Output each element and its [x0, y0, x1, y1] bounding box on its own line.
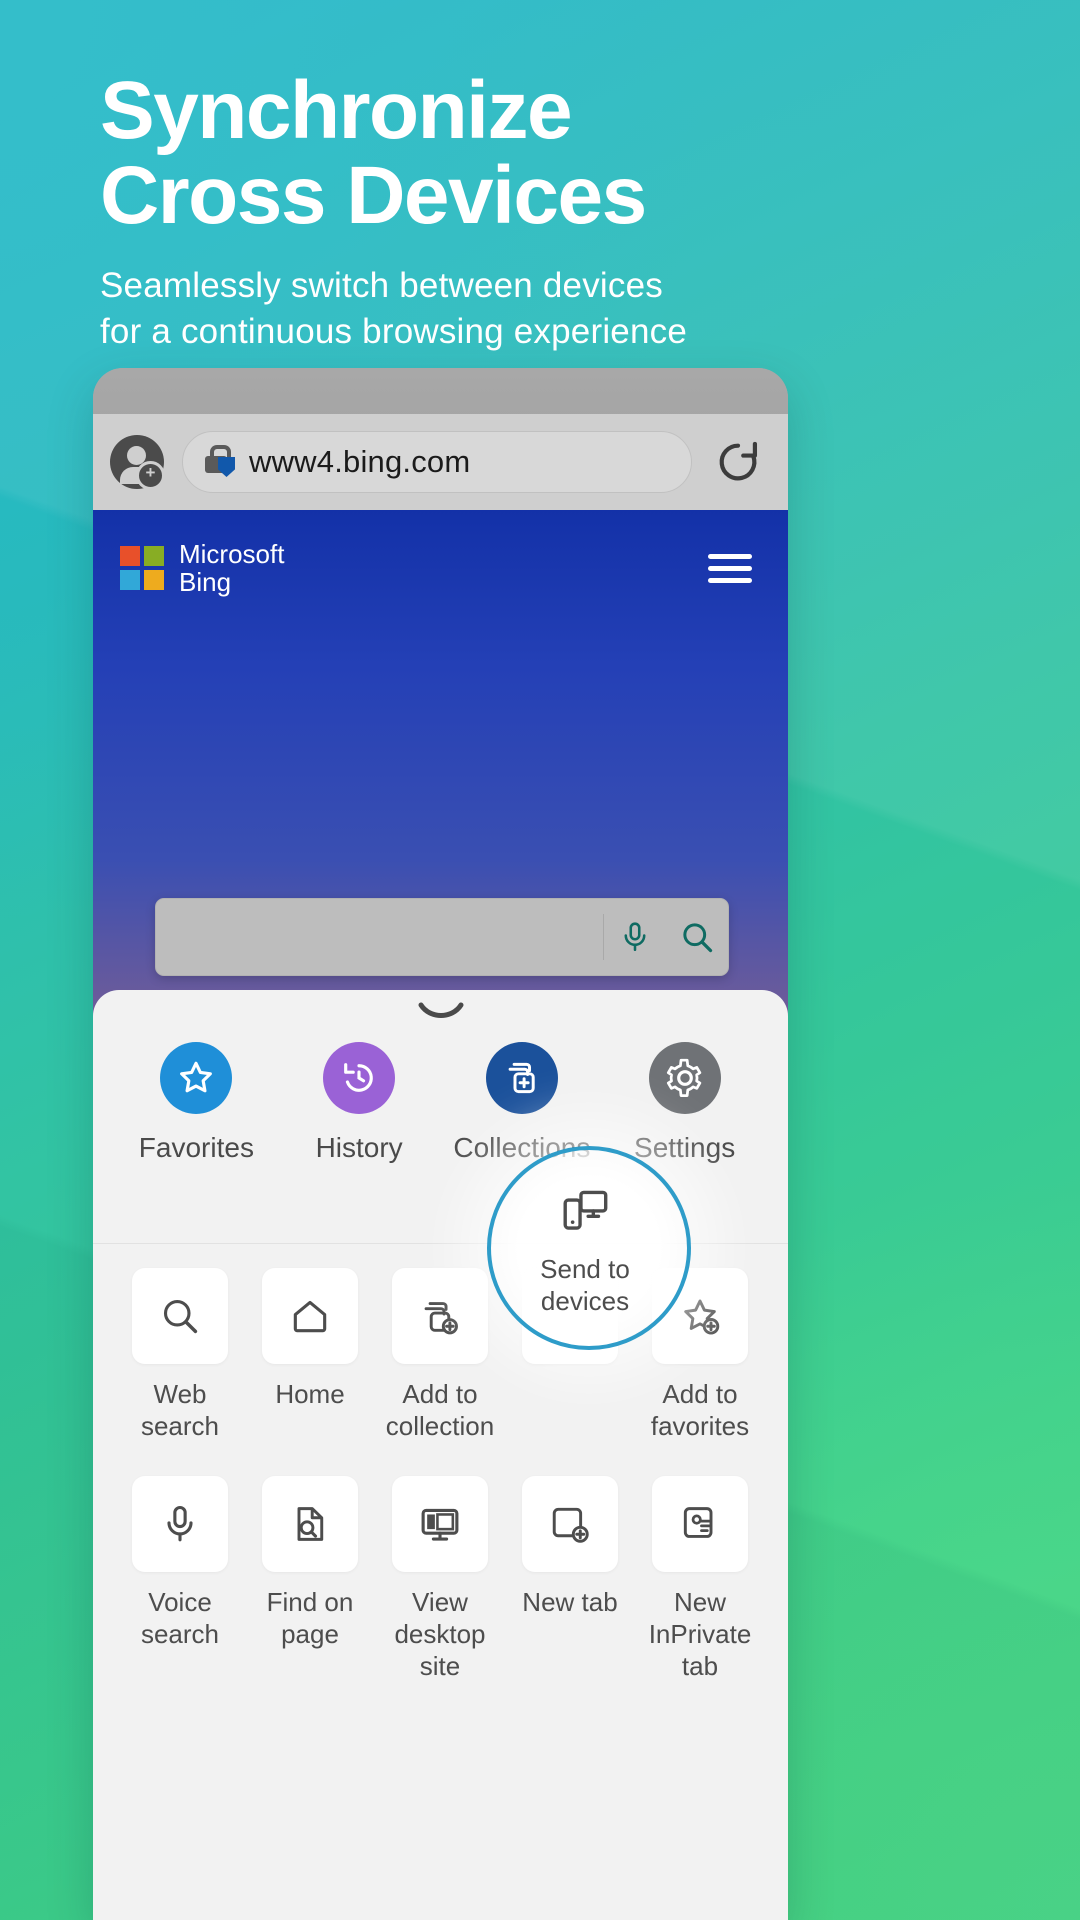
menu-item-voice-search[interactable]: Voice search — [115, 1476, 245, 1682]
menu-item-label: View desktop site — [394, 1587, 486, 1681]
menu-item-label: Find on page — [266, 1587, 354, 1650]
menu-item-send-to-devices-highlighted[interactable]: Send to devices — [487, 1146, 683, 1342]
browser-chrome: + www4.bing.com — [93, 368, 788, 510]
page-title: Synchronize Cross Devices — [100, 70, 1000, 241]
page-subtitle: Seamlessly switch between devices for a … — [100, 263, 1000, 354]
menu-item-new-tab[interactable]: New tab — [505, 1476, 635, 1682]
address-bar[interactable]: www4.bing.com — [182, 431, 692, 493]
menu-item-label: Voice search — [140, 1587, 220, 1650]
search-icon[interactable] — [666, 919, 728, 955]
bing-search-box[interactable] — [155, 898, 729, 976]
menu-item-add-to-collection[interactable]: Add to collection — [375, 1268, 505, 1442]
menu-item-label: Web search — [140, 1379, 220, 1441]
menu-item-label: Send to devices — [540, 1254, 630, 1316]
chevron-down-icon[interactable] — [413, 1000, 469, 1022]
menu-item-label: Home — [275, 1379, 345, 1409]
quick-action-history[interactable]: History — [284, 1042, 434, 1164]
microphone-icon — [132, 1476, 228, 1573]
page-title-line-1: Synchronize — [100, 65, 573, 156]
page-subtitle-line-1: Seamlessly switch between devices — [100, 266, 663, 306]
new-tab-icon — [522, 1476, 618, 1573]
find-on-page-icon — [262, 1476, 358, 1573]
search-icon — [132, 1268, 228, 1364]
lock-shield-icon — [205, 445, 235, 479]
menu-item-new-inprivate-tab[interactable]: New InPrivate tab — [635, 1476, 765, 1682]
menu-item-label: Add to favorites — [650, 1379, 750, 1441]
url-text: www4.bing.com — [249, 444, 471, 479]
phone-mockup: + www4.bing.com Microsoft Bing Favorites… — [93, 368, 788, 1920]
desktop-site-icon — [392, 1476, 488, 1573]
avatar-plus-badge: + — [136, 461, 165, 490]
account-add-icon[interactable]: + — [110, 435, 165, 490]
add-collection-icon — [392, 1268, 488, 1364]
inprivate-tab-icon — [652, 1476, 748, 1573]
quick-action-favorites[interactable]: Favorites — [121, 1042, 271, 1164]
microsoft-logo-squares — [120, 546, 164, 590]
menu-item-label: Add to collection — [385, 1379, 495, 1441]
star-icon — [160, 1042, 233, 1114]
gear-icon — [648, 1042, 721, 1114]
hero-section: Synchronize Cross Devices Seamlessly swi… — [100, 70, 1000, 354]
menu-item-find-on-page[interactable]: Find on page — [245, 1476, 375, 1682]
hamburger-icon[interactable] — [708, 547, 752, 590]
menu-item-home[interactable]: Home — [245, 1268, 375, 1442]
page-subtitle-line-2: for a continuous browsing experience — [100, 311, 687, 351]
history-icon — [323, 1042, 396, 1114]
send-to-devices-icon — [537, 1170, 633, 1250]
quick-action-label: History — [315, 1132, 403, 1163]
brand-line-1: Microsoft — [179, 538, 285, 569]
collections-icon — [485, 1042, 558, 1114]
menu-item-label: New InPrivate tab — [648, 1587, 752, 1681]
bing-header: Microsoft Bing — [93, 528, 788, 608]
microphone-icon[interactable] — [604, 920, 666, 954]
bing-brand-text: Microsoft Bing — [179, 540, 284, 596]
brand-line-2: Bing — [179, 567, 232, 597]
page-title-line-2: Cross Devices — [100, 149, 647, 241]
home-icon — [262, 1268, 358, 1364]
reload-icon[interactable] — [710, 434, 766, 490]
menu-item-web-search[interactable]: Web search — [115, 1268, 245, 1442]
menu-item-view-desktop-site[interactable]: View desktop site — [375, 1476, 505, 1682]
sheet-divider — [93, 1243, 788, 1244]
bing-search-input[interactable] — [156, 899, 603, 975]
quick-actions-row: Favorites History Collections Settings — [93, 1042, 788, 1232]
browser-menu-sheet: Favorites History Collections Settings W… — [93, 990, 788, 1920]
browser-toolbar: + www4.bing.com — [93, 414, 788, 510]
menu-item-label: New tab — [522, 1587, 618, 1618]
microsoft-squares-icon: Microsoft Bing — [120, 540, 284, 596]
quick-action-label: Favorites — [138, 1132, 254, 1163]
